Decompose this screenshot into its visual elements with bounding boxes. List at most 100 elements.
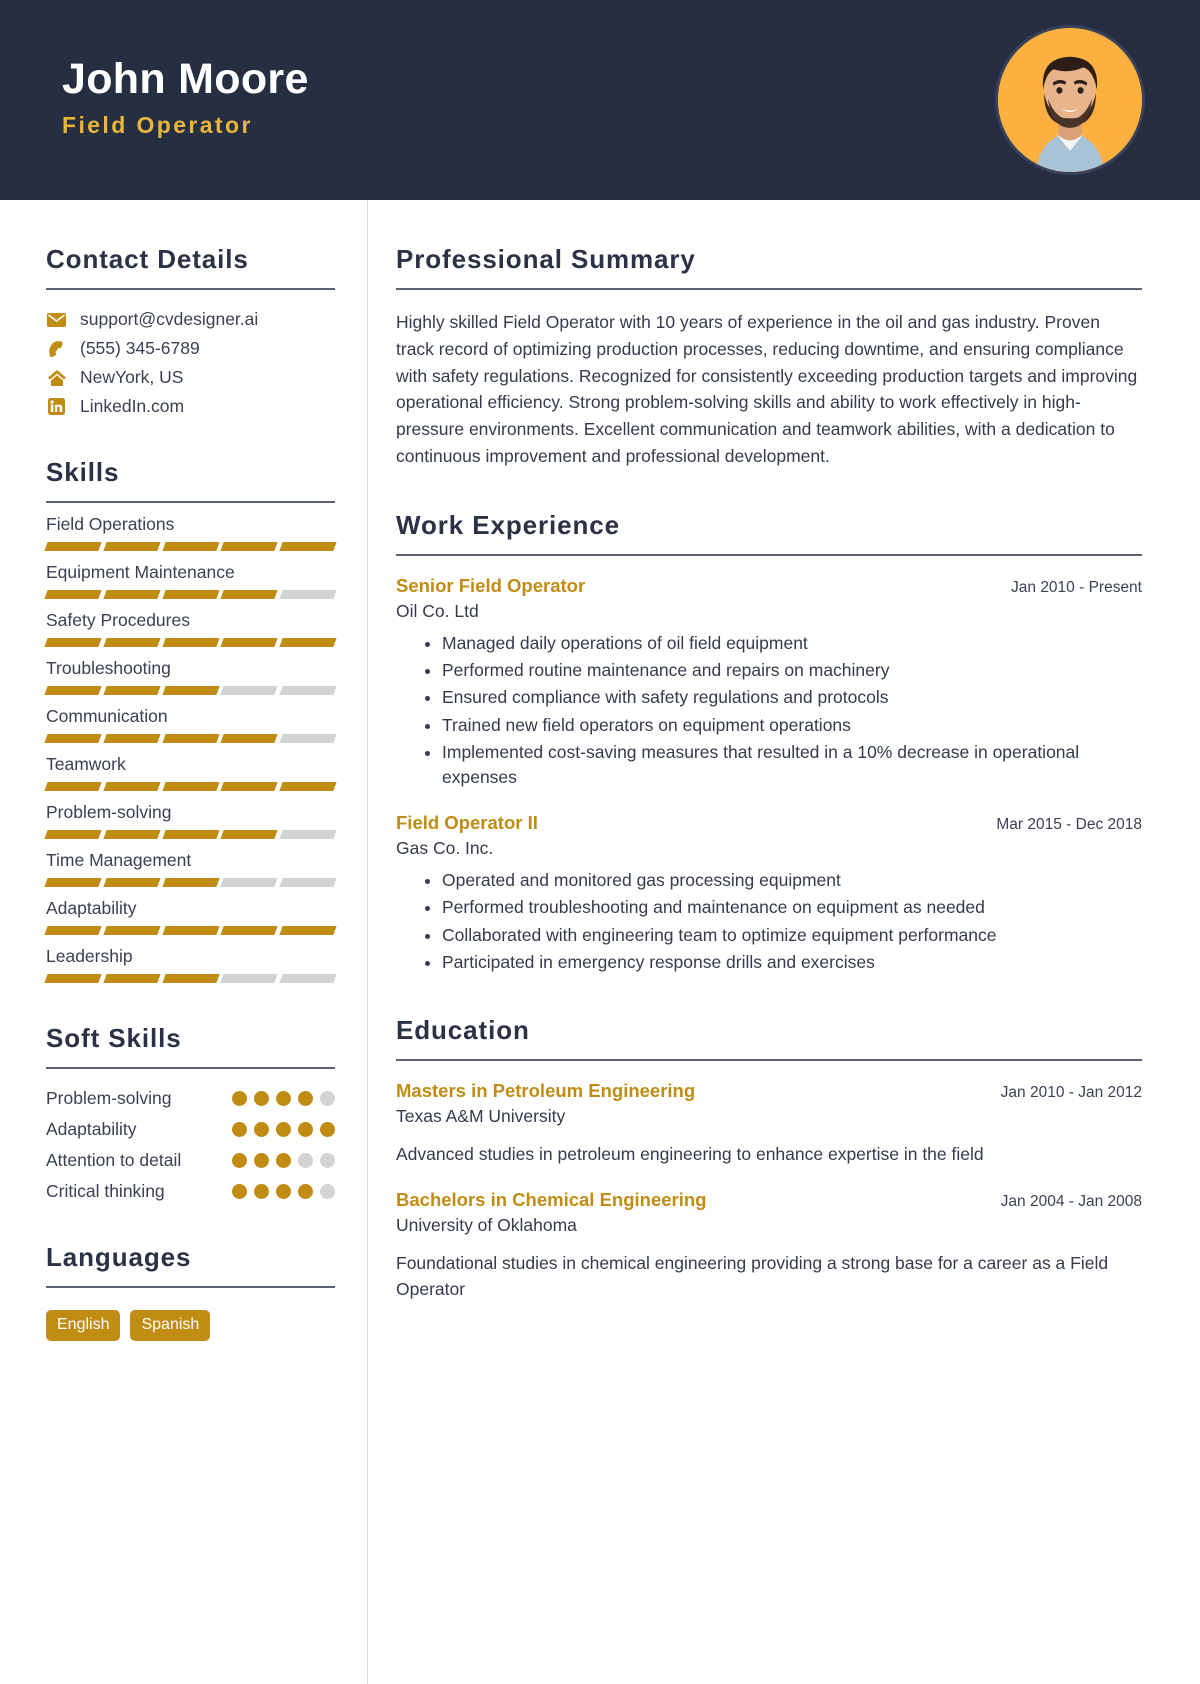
- contact-item-email[interactable]: support@cvdesigner.ai: [46, 309, 335, 330]
- job-title: Senior Field Operator: [396, 574, 586, 596]
- education-entry-header: Bachelors in Chemical Engineering Jan 200…: [396, 1189, 1142, 1211]
- skill-bar-segment: [279, 590, 337, 599]
- contact-value: LinkedIn.com: [80, 396, 185, 416]
- job-date-range: Mar 2015 - Dec 2018: [996, 815, 1142, 833]
- skill-bar-segment: [103, 878, 161, 887]
- section-divider: [46, 1286, 335, 1288]
- skill-bar-segment: [161, 878, 220, 887]
- skill-bar-segment: [220, 542, 278, 551]
- skill-bar-segment: [103, 542, 161, 551]
- contact-item-location[interactable]: NewYork, US: [46, 367, 335, 388]
- work-entry-header: Senior Field Operator Jan 2010 - Present: [396, 575, 1142, 597]
- skill-label: Time Management: [46, 850, 192, 870]
- user-photo-icon: [998, 28, 1142, 172]
- skill-label: Leadership: [46, 946, 133, 966]
- main-content: Professional Summary Highly skilled Fiel…: [368, 200, 1200, 1684]
- degree-date-range: Jan 2004 - Jan 2008: [1000, 1192, 1142, 1210]
- skill-level-bar: [44, 734, 337, 743]
- skill-bar-segment: [279, 782, 337, 791]
- job-bullet: Performed routine maintenance and repair…: [442, 658, 1142, 683]
- skill-bar-segment: [103, 782, 161, 791]
- header-identity: John Moore Field Operator: [62, 55, 309, 145]
- education-entry: Masters in Petroleum Engineering Jan 2010…: [396, 1080, 1142, 1167]
- skill-bar-segment: [44, 878, 102, 887]
- skill-item: Equipment Maintenance: [44, 562, 337, 599]
- education-entries: Masters in Petroleum Engineering Jan 2010…: [396, 1080, 1142, 1302]
- skill-level-bar: [44, 590, 337, 599]
- contact-item-phone[interactable]: (555) 345-6789: [46, 338, 335, 359]
- rating-dot: [320, 1184, 335, 1199]
- section-title: Languages: [46, 1242, 192, 1272]
- language-tag: English: [46, 1310, 121, 1341]
- contact-value: (555) 345-6789: [80, 338, 200, 358]
- skill-bar-segment: [220, 590, 278, 599]
- soft-skill-row: Adaptability: [46, 1119, 335, 1140]
- envelope-icon: [46, 310, 67, 329]
- soft-skill-row: Attention to detail: [46, 1150, 335, 1171]
- section-work-experience: Work Experience Senior Field Operator Jan…: [396, 510, 1142, 976]
- company-name: Oil Co. Ltd: [396, 600, 479, 621]
- skill-level-bar: [44, 926, 337, 935]
- degree-title: Bachelors in Chemical Engineering: [396, 1188, 707, 1210]
- soft-skill-label: Problem-solving: [46, 1088, 172, 1108]
- section-divider: [396, 1059, 1142, 1062]
- section-divider: [46, 288, 335, 290]
- skill-bar-segment: [279, 686, 337, 695]
- skill-bar-segment: [44, 686, 102, 695]
- skill-item: Troubleshooting: [44, 658, 337, 695]
- skill-item: Communication: [44, 706, 337, 743]
- skill-bar-segment: [279, 926, 337, 935]
- job-bullet: Implemented cost-saving measures that re…: [442, 740, 1142, 791]
- section-title: Professional Summary: [396, 244, 696, 274]
- skill-bar-segment: [220, 878, 278, 887]
- skill-label: Field Operations: [46, 514, 175, 534]
- skill-item: Adaptability: [44, 898, 337, 935]
- section-divider: [46, 501, 335, 503]
- skill-bar-segment: [161, 590, 220, 599]
- work-entries: Senior Field Operator Jan 2010 - Present O…: [396, 575, 1142, 976]
- skill-bar-segment: [220, 782, 278, 791]
- rating-dot: [254, 1184, 269, 1199]
- skill-item: Field Operations: [44, 514, 337, 551]
- skill-level-bar: [44, 782, 337, 791]
- rating-dot: [298, 1153, 313, 1168]
- section-divider: [396, 288, 1142, 290]
- skill-bar-segment: [103, 638, 161, 647]
- rating-dot: [320, 1091, 335, 1106]
- degree-description: Advanced studies in petroleum engineerin…: [396, 1144, 984, 1165]
- rating-dot: [276, 1184, 291, 1199]
- skill-label: Troubleshooting: [46, 658, 171, 678]
- skill-bar-segment: [279, 638, 337, 647]
- job-bullet: Ensured compliance with safety regulatio…: [442, 685, 1142, 710]
- contact-value: NewYork, US: [80, 367, 184, 387]
- section-title: Education: [396, 1015, 530, 1046]
- contact-item-linkedin[interactable]: LinkedIn.com: [46, 396, 335, 417]
- skill-bar-segment: [161, 686, 220, 695]
- skill-bar-segment: [279, 542, 337, 551]
- section-title: Contact Details: [46, 244, 249, 274]
- skill-bar-segment: [103, 686, 161, 695]
- rating-dot: [232, 1153, 247, 1168]
- skill-level-bar: [44, 542, 337, 551]
- skill-item: Safety Procedures: [44, 610, 337, 647]
- skill-bar-segment: [103, 734, 161, 743]
- resume-body: Contact Details support@cvdesigner.ai (5…: [0, 200, 1200, 1684]
- rating-dot: [232, 1184, 247, 1199]
- skill-bar-segment: [220, 974, 278, 983]
- skill-bar-segment: [44, 542, 102, 551]
- skill-bar-segment: [279, 734, 337, 743]
- skill-level-bar: [44, 878, 337, 887]
- avatar: [995, 25, 1145, 175]
- rating-dot: [232, 1091, 247, 1106]
- soft-skill-label: Critical thinking: [46, 1181, 165, 1201]
- home-icon: [46, 368, 67, 387]
- summary-text: Highly skilled Field Operator with 10 ye…: [396, 312, 1138, 466]
- rating-dot: [254, 1153, 269, 1168]
- job-bullet: Operated and monitored gas processing eq…: [442, 868, 1142, 893]
- skill-bar-segment: [44, 830, 102, 839]
- education-entry-header: Masters in Petroleum Engineering Jan 2010…: [396, 1080, 1142, 1102]
- section-divider: [46, 1067, 335, 1069]
- soft-skill-rating: [232, 1091, 335, 1106]
- work-entry: Field Operator II Mar 2015 - Dec 2018 Gas …: [396, 812, 1142, 976]
- job-bullet: Collaborated with engineering team to op…: [442, 923, 1142, 948]
